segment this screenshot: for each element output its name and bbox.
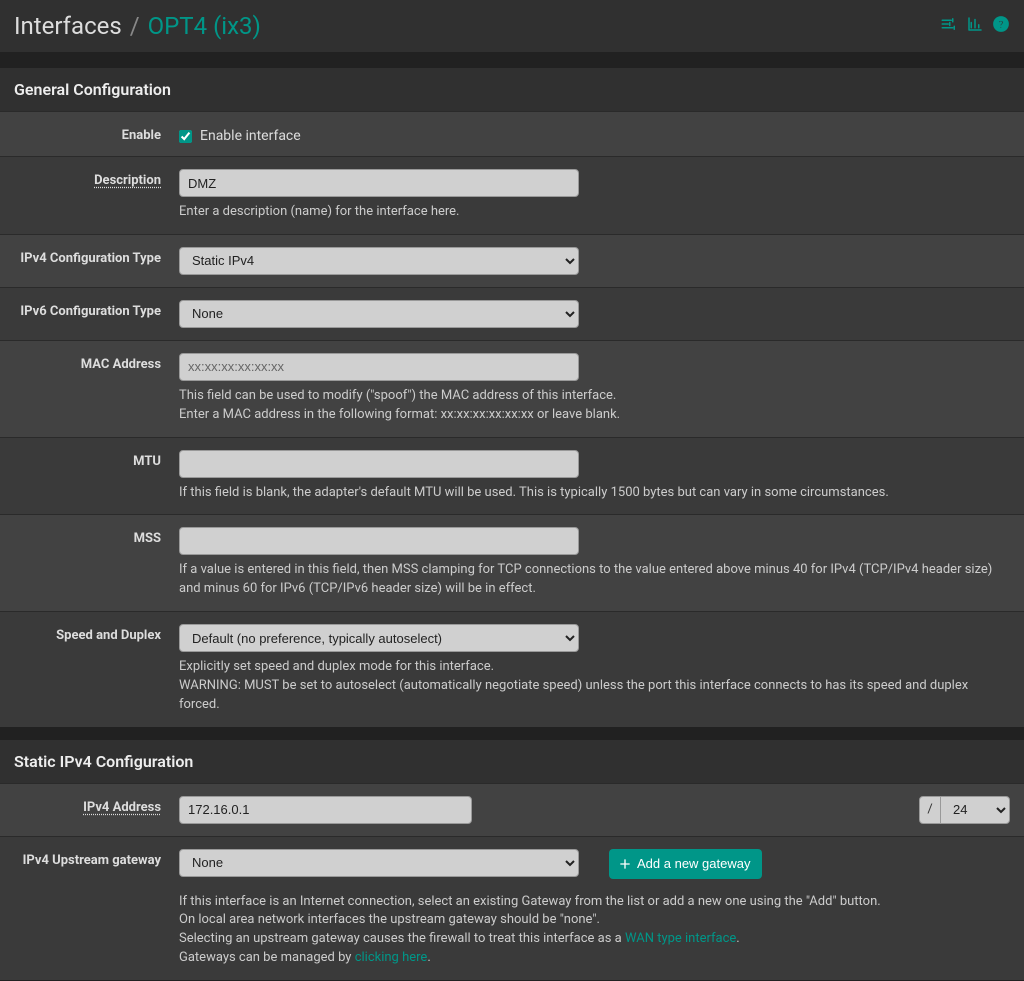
breadcrumb-root[interactable]: Interfaces bbox=[14, 12, 122, 40]
header-action-icons: ? bbox=[940, 15, 1010, 37]
add-gateway-label: Add a new gateway bbox=[637, 856, 750, 871]
row-enable: Enable Enable interface bbox=[0, 111, 1024, 156]
breadcrumb-bar: Interfaces / OPT4 (ix3) ? bbox=[0, 0, 1024, 52]
row-ipv4-gateway: IPv4 Upstream gateway None Add a new gat… bbox=[0, 836, 1024, 980]
clicking-here-link[interactable]: clicking here bbox=[355, 950, 428, 965]
gateway-help1: If this interface is an Internet connect… bbox=[179, 893, 1010, 912]
row-mtu: MTU If this field is blank, the adapter'… bbox=[0, 437, 1024, 515]
settings-slider-icon[interactable] bbox=[940, 15, 958, 37]
general-configuration-panel: General Configuration Enable Enable inte… bbox=[0, 68, 1024, 727]
row-ipv4-address: IPv4 Address / 24 bbox=[0, 783, 1024, 836]
label-ipv4cfg: IPv4 Configuration Type bbox=[14, 247, 179, 266]
breadcrumb-separator: / bbox=[130, 12, 140, 40]
static-ipv4-panel: Static IPv4 Configuration IPv4 Address /… bbox=[0, 740, 1024, 980]
mss-help: If a value is entered in this field, the… bbox=[179, 561, 1010, 599]
row-speed-duplex: Speed and Duplex Default (no preference,… bbox=[0, 611, 1024, 727]
mss-input[interactable] bbox=[179, 527, 579, 555]
label-mac: MAC Address bbox=[14, 353, 179, 372]
label-gateway: IPv4 Upstream gateway bbox=[14, 849, 179, 868]
label-description: Description bbox=[14, 169, 179, 188]
gateway-help3: Selecting an upstream gateway causes the… bbox=[179, 930, 1010, 949]
speed-help2: WARNING: MUST be set to autoselect (auto… bbox=[179, 677, 1010, 715]
speed-duplex-select[interactable]: Default (no preference, typically autose… bbox=[179, 624, 579, 652]
description-input[interactable] bbox=[179, 169, 579, 197]
panel-title-static: Static IPv4 Configuration bbox=[0, 740, 1024, 783]
plus-icon bbox=[617, 856, 633, 872]
label-enable: Enable bbox=[14, 124, 179, 143]
mac-help2: Enter a MAC address in the following for… bbox=[179, 406, 1010, 425]
enable-interface-label: Enable interface bbox=[200, 128, 301, 144]
ipv4-config-type-select[interactable]: Static IPv4 bbox=[179, 247, 579, 275]
ipv4-gateway-select[interactable]: None bbox=[179, 849, 579, 877]
label-mss: MSS bbox=[14, 527, 179, 546]
mac-help1: This field can be used to modify ("spoof… bbox=[179, 387, 1010, 406]
help-icon[interactable]: ? bbox=[992, 15, 1010, 37]
row-mss: MSS If a value is entered in this field,… bbox=[0, 514, 1024, 611]
gateway-help2: On local area network interfaces the ups… bbox=[179, 911, 1010, 930]
description-help: Enter a description (name) for the inter… bbox=[179, 203, 1010, 222]
enable-interface-checkbox[interactable] bbox=[179, 130, 192, 143]
mtu-input[interactable] bbox=[179, 450, 579, 478]
label-mtu: MTU bbox=[14, 450, 179, 469]
enable-interface-checkbox-wrap[interactable]: Enable interface bbox=[179, 124, 1010, 144]
ipv4-mask-prefix: / bbox=[919, 796, 941, 824]
add-gateway-button[interactable]: Add a new gateway bbox=[609, 849, 762, 879]
label-ipv4addr: IPv4 Address bbox=[14, 796, 179, 815]
breadcrumb-current[interactable]: OPT4 (ix3) bbox=[148, 12, 261, 40]
ipv6-config-type-select[interactable]: None bbox=[179, 300, 579, 328]
row-ipv4-config-type: IPv4 Configuration Type Static IPv4 bbox=[0, 234, 1024, 287]
chart-icon[interactable] bbox=[966, 15, 984, 37]
row-description: Description Enter a description (name) f… bbox=[0, 156, 1024, 234]
wan-type-interface-link[interactable]: WAN type interface bbox=[625, 931, 736, 946]
speed-help1: Explicitly set speed and duplex mode for… bbox=[179, 658, 1010, 677]
row-mac: MAC Address This field can be used to mo… bbox=[0, 340, 1024, 437]
ipv4-address-input[interactable] bbox=[179, 796, 472, 824]
breadcrumb: Interfaces / OPT4 (ix3) bbox=[14, 12, 261, 40]
gateway-help4: Gateways can be managed by clicking here… bbox=[179, 949, 1010, 968]
panel-title-general: General Configuration bbox=[0, 68, 1024, 111]
ipv4-mask-select[interactable]: 24 bbox=[940, 796, 1010, 824]
mtu-help: If this field is blank, the adapter's de… bbox=[179, 484, 1010, 503]
row-ipv6-config-type: IPv6 Configuration Type None bbox=[0, 287, 1024, 340]
label-speed: Speed and Duplex bbox=[14, 624, 179, 643]
mac-address-input[interactable] bbox=[179, 353, 579, 381]
svg-text:?: ? bbox=[998, 18, 1003, 31]
label-ipv6cfg: IPv6 Configuration Type bbox=[14, 300, 179, 319]
